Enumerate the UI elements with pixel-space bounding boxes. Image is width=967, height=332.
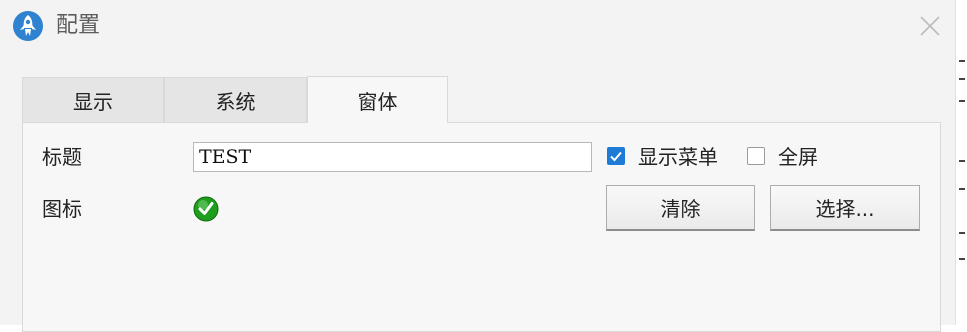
title-label: 标题	[42, 145, 82, 169]
clear-button-label: 清除	[660, 197, 701, 221]
checkmark-icon	[610, 151, 622, 162]
tab-window[interactable]: 窗体	[307, 76, 448, 123]
window-title: 配置	[56, 13, 101, 38]
tab-system[interactable]: 系统	[164, 77, 307, 122]
config-window: 配置 显示 系统 窗体 标题 显示菜单 全屏 图标	[0, 0, 955, 332]
select-button[interactable]: 选择...	[770, 185, 920, 231]
show-menu-checkbox[interactable]	[607, 147, 625, 165]
fullscreen-checkbox[interactable]	[747, 147, 765, 165]
tab-window-label: 窗体	[357, 89, 398, 114]
rocket-app-icon	[13, 11, 43, 41]
tab-system-label: 系统	[215, 89, 256, 114]
green-checkmark-icon	[193, 196, 219, 222]
background-window-edge	[955, 0, 967, 325]
fullscreen-label[interactable]: 全屏	[778, 144, 818, 170]
tab-display[interactable]: 显示	[22, 77, 164, 122]
title-bar[interactable]: 配置	[0, 0, 955, 50]
select-button-label: 选择...	[815, 197, 875, 221]
icon-label: 图标	[42, 197, 82, 221]
show-menu-label[interactable]: 显示菜单	[638, 144, 718, 170]
close-icon	[920, 16, 940, 36]
close-button[interactable]	[908, 8, 952, 44]
clear-button[interactable]: 清除	[606, 185, 755, 231]
title-input[interactable]	[193, 142, 592, 172]
tab-display-label: 显示	[73, 89, 113, 114]
